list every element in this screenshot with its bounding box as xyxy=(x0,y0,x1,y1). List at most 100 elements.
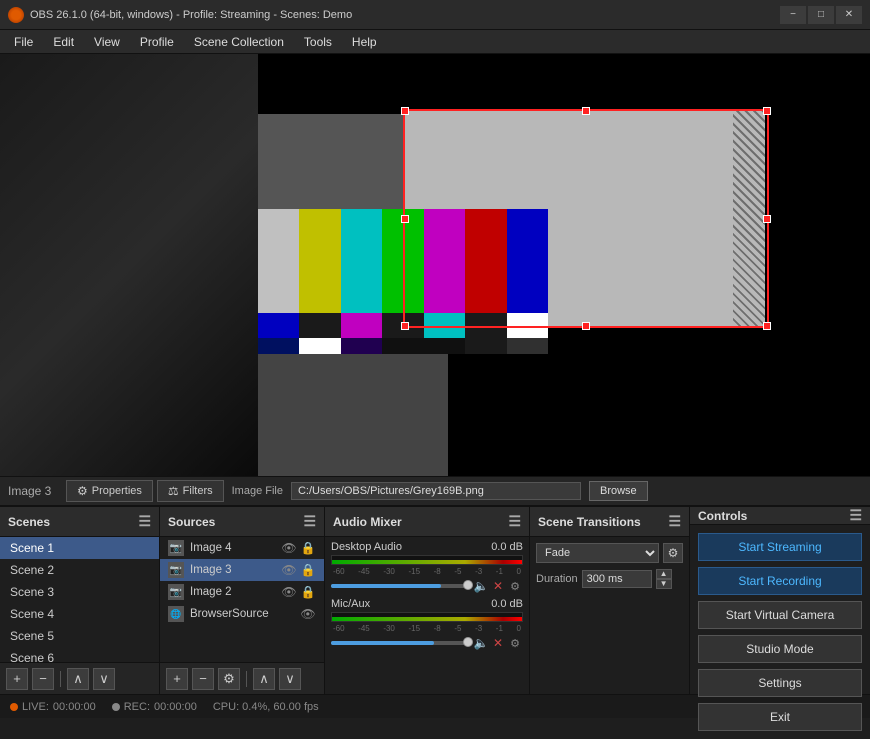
desktop-volume-knob[interactable] xyxy=(463,580,473,590)
menu-scene-collection[interactable]: Scene Collection xyxy=(184,32,294,52)
rec-label: REC: xyxy=(124,701,150,713)
move-scene-up-button[interactable]: ∧ xyxy=(67,668,89,690)
scenes-panel: Scenes ☰ Scene 1 Scene 2 Scene 3 Scene 4… xyxy=(0,507,160,694)
source-actions: 👁 🔒 xyxy=(281,562,316,578)
transition-type-row: Fade ⚙ xyxy=(536,543,683,563)
source-visibility-image2[interactable]: 👁 xyxy=(281,584,297,600)
colorbars-top xyxy=(258,209,548,313)
desktop-audio-controls: 🔈 ✕ ⚙ xyxy=(331,578,523,594)
menu-tools[interactable]: Tools xyxy=(294,32,342,52)
mixer-title: Audio Mixer xyxy=(333,515,402,529)
mic-mute-button[interactable]: 🔈 xyxy=(473,635,489,651)
controls-panel: Controls ☰ Start Streaming Start Recordi… xyxy=(690,507,870,694)
move-scene-down-button[interactable]: ∨ xyxy=(93,668,115,690)
menu-profile[interactable]: Profile xyxy=(130,32,184,52)
start-virtual-camera-button[interactable]: Start Virtual Camera xyxy=(698,601,862,629)
source-visibility-image4[interactable]: 👁 xyxy=(281,540,297,556)
controls-content: Start Streaming Start Recording Start Vi… xyxy=(690,525,870,739)
bar-green xyxy=(382,209,423,313)
maximize-button[interactable]: □ xyxy=(808,6,834,24)
source-thumb-image3: 📷 xyxy=(168,562,184,578)
desktop-mute-button[interactable]: 🔈 xyxy=(473,578,489,594)
transition-type-select[interactable]: Fade xyxy=(536,543,659,563)
properties-tab[interactable]: ⚙ Properties xyxy=(66,480,153,502)
mic-volume-slider[interactable] xyxy=(331,641,469,645)
scene-item[interactable]: Scene 4 xyxy=(0,603,159,625)
desktop-volume-slider[interactable] xyxy=(331,584,469,588)
hatch-overlay xyxy=(733,111,765,326)
titlebar-left: OBS 26.1.0 (64-bit, windows) - Profile: … xyxy=(8,7,352,23)
start-recording-button[interactable]: Start Recording xyxy=(698,567,862,595)
remove-source-button[interactable]: − xyxy=(192,668,214,690)
exit-button[interactable]: Exit xyxy=(698,703,862,731)
filters-tab[interactable]: ⚖ Filters xyxy=(157,480,224,502)
minimize-button[interactable]: − xyxy=(780,6,806,24)
start-streaming-button[interactable]: Start Streaming xyxy=(698,533,862,561)
scene-item[interactable]: Scene 6 xyxy=(0,647,159,662)
stripe-s2 xyxy=(299,338,340,354)
menu-edit[interactable]: Edit xyxy=(43,32,84,52)
source-visibility-image3[interactable]: 👁 xyxy=(281,562,297,578)
mic-volume-knob[interactable] xyxy=(463,637,473,647)
source-label-image4: Image 4 xyxy=(190,542,232,554)
settings-button[interactable]: Settings xyxy=(698,669,862,697)
scene-item[interactable]: Scene 2 xyxy=(0,559,159,581)
file-path-display: C:/Users/OBS/Pictures/Grey169B.png xyxy=(291,482,581,500)
source-tabs: ⚙ Properties ⚖ Filters xyxy=(66,480,224,502)
duration-increment-button[interactable]: ▲ xyxy=(656,569,672,579)
stripe-s4 xyxy=(382,338,423,354)
controls-menu-icon[interactable]: ☰ xyxy=(849,507,862,524)
source-item[interactable]: 📷 Image 4 👁 🔒 xyxy=(160,537,324,559)
move-source-up-button[interactable]: ∧ xyxy=(253,668,275,690)
menu-file[interactable]: File xyxy=(4,32,43,52)
mixer-content: Desktop Audio 0.0 dB -60 -45 -30 -15 -8 … xyxy=(325,537,529,694)
scene-item[interactable]: Scene 3 xyxy=(0,581,159,603)
source-lock-image2[interactable]: 🔒 xyxy=(300,584,316,600)
source-item[interactable]: 🌐 BrowserSource 👁 xyxy=(160,603,324,625)
transitions-menu-icon[interactable]: ☰ xyxy=(668,513,681,530)
source-item[interactable]: 📷 Image 3 👁 🔒 xyxy=(160,559,324,581)
menu-view[interactable]: View xyxy=(84,32,130,52)
close-button[interactable]: ✕ xyxy=(836,6,862,24)
source-bar: Image 3 ⚙ Properties ⚖ Filters Image Fil… xyxy=(0,476,870,506)
source-visibility-browser[interactable]: 👁 xyxy=(300,606,316,622)
browse-button[interactable]: Browse xyxy=(589,481,648,501)
obs-icon xyxy=(8,7,24,23)
desktop-audio-meter xyxy=(331,555,523,565)
titlebar: OBS 26.1.0 (64-bit, windows) - Profile: … xyxy=(0,0,870,30)
menu-help[interactable]: Help xyxy=(342,32,387,52)
transition-gear-button[interactable]: ⚙ xyxy=(663,543,683,563)
sources-panel: Sources ☰ 📷 Image 4 👁 🔒 📷 Image 3 👁 🔒 xyxy=(160,507,325,694)
source-lock-image4[interactable]: 🔒 xyxy=(300,540,316,556)
studio-mode-button[interactable]: Studio Mode xyxy=(698,635,862,663)
mixer-menu-icon[interactable]: ☰ xyxy=(508,513,521,530)
mic-aux-db: 0.0 dB xyxy=(491,598,523,610)
mic-muted-icon: ✕ xyxy=(493,636,503,650)
bar-b2 xyxy=(299,313,340,339)
bar-magenta xyxy=(424,209,465,313)
duration-decrement-button[interactable]: ▼ xyxy=(656,579,672,589)
duration-input[interactable] xyxy=(582,570,652,588)
source-item[interactable]: 📷 Image 2 👁 🔒 xyxy=(160,581,324,603)
add-source-button[interactable]: + xyxy=(166,668,188,690)
mixer-scale-row: -60 -45 -30 -15 -8 -5 -3 -1 0 xyxy=(331,567,523,576)
move-source-down-button[interactable]: ∨ xyxy=(279,668,301,690)
scenes-menu-icon[interactable]: ☰ xyxy=(138,513,151,530)
source-lock-image3[interactable]: 🔒 xyxy=(300,562,316,578)
mic-aux-meter xyxy=(331,612,523,622)
preview-area xyxy=(0,54,870,476)
scene-item[interactable]: Scene 5 xyxy=(0,625,159,647)
rec-timer: 00:00:00 xyxy=(154,701,197,713)
add-scene-button[interactable]: + xyxy=(6,668,28,690)
colorbars-stripe xyxy=(258,338,548,354)
scene-item[interactable]: Scene 1 xyxy=(0,537,159,559)
remove-scene-button[interactable]: − xyxy=(32,668,54,690)
source-settings-button[interactable]: ⚙ xyxy=(218,668,240,690)
sources-toolbar: + − ⚙ ∧ ∨ xyxy=(160,662,324,694)
desktop-audio-settings-button[interactable]: ⚙ xyxy=(507,578,523,594)
desktop-audio-name: Desktop Audio xyxy=(331,541,402,553)
mic-audio-settings-button[interactable]: ⚙ xyxy=(507,635,523,651)
mic-aux-controls: 🔈 ✕ ⚙ xyxy=(331,635,523,651)
sources-menu-icon[interactable]: ☰ xyxy=(303,513,316,530)
stripe-s3 xyxy=(341,338,382,354)
